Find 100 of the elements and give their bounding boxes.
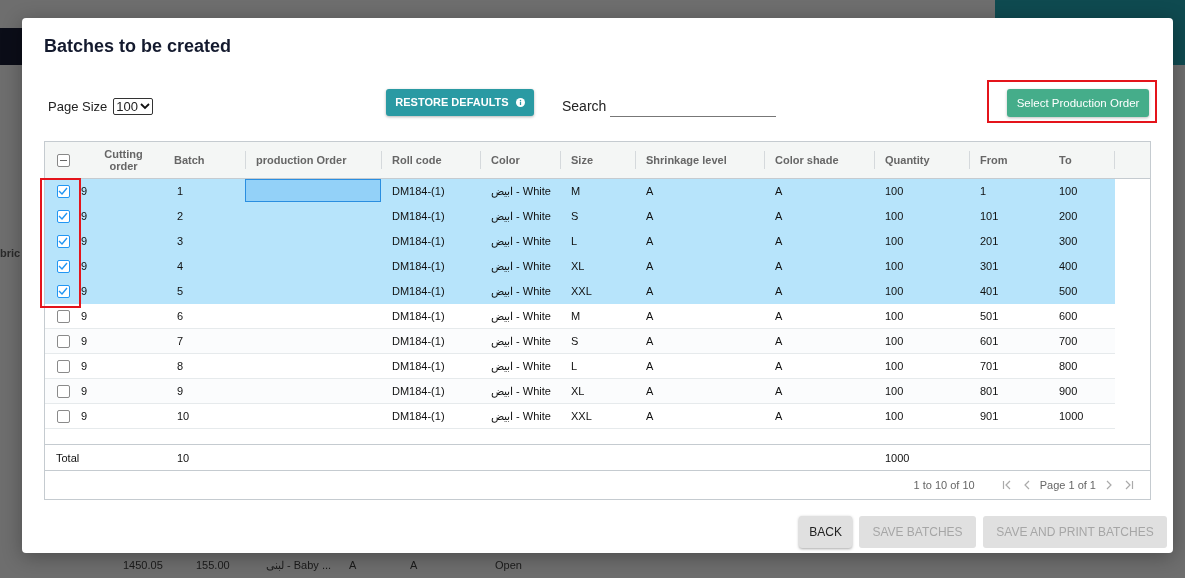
table-cell: 501: [980, 310, 999, 322]
table-cell: L: [571, 360, 578, 372]
table-cell: A: [646, 360, 654, 372]
row-checkbox[interactable]: [56, 209, 70, 223]
column-header[interactable]: Shrinkage level: [646, 154, 727, 166]
row-checkbox[interactable]: [56, 184, 70, 198]
row-checkbox[interactable]: [56, 334, 70, 348]
table-cell: 9: [81, 285, 88, 297]
table-cell: A: [775, 285, 783, 297]
table-cell: ابيض - White: [491, 209, 551, 223]
column-header[interactable]: Quantity: [885, 154, 930, 166]
table-cell: S: [571, 210, 579, 222]
table-cell: 600: [1059, 310, 1078, 322]
table-cell: 300: [1059, 235, 1078, 247]
total-cell: 10: [177, 451, 190, 464]
previous-page-icon[interactable]: [1022, 480, 1031, 490]
table-cell: A: [646, 260, 654, 272]
table-cell: 9: [81, 185, 88, 197]
table-cell: ابيض - White: [491, 334, 551, 348]
column-header[interactable]: Color: [491, 154, 520, 166]
table-cell: L: [571, 235, 578, 247]
caret-icon: [139, 102, 150, 110]
row-range: 1 to 10 of 10: [913, 479, 975, 491]
page-size-label: Page Size: [48, 98, 108, 114]
table-cell: DM184-(1): [392, 185, 445, 197]
table-cell: 801: [980, 385, 999, 397]
table-cell: 1450.05: [123, 559, 163, 571]
table-cell: 8: [177, 360, 184, 372]
table-cell: ابيض - White: [491, 259, 551, 273]
row-checkbox[interactable]: [56, 284, 70, 298]
column-header[interactable]: Batch: [174, 154, 205, 166]
table-cell: 200: [1059, 210, 1078, 222]
total-label: Total: [56, 451, 80, 464]
table-cell: M: [571, 185, 581, 197]
table-cell: DM184-(1): [392, 235, 445, 247]
table-cell: 900: [1059, 385, 1078, 397]
production-order-input[interactable]: [245, 179, 381, 202]
table-cell: 1: [177, 185, 184, 197]
table-cell: 9: [81, 385, 88, 397]
table-cell: 10: [177, 410, 190, 422]
last-page-icon[interactable]: [1124, 480, 1134, 490]
table-cell: 101: [980, 210, 999, 222]
column-header[interactable]: To: [1059, 154, 1072, 166]
row-checkbox[interactable]: [56, 359, 70, 373]
table-cell: XL: [571, 260, 585, 272]
table-cell: 9: [81, 260, 88, 272]
table-cell: 9: [81, 235, 88, 247]
column-header[interactable]: Roll code: [392, 154, 442, 166]
table-cell: ابيض - White: [491, 234, 551, 248]
table-cell: 100: [885, 260, 904, 272]
table-cell: 1000: [1059, 410, 1084, 422]
table-cell: 1: [980, 185, 987, 197]
row-checkbox[interactable]: [56, 234, 70, 248]
table-cell: DM184-(1): [392, 210, 445, 222]
table-cell: A: [646, 210, 654, 222]
column-header[interactable]: production Order: [256, 154, 347, 166]
select-all-checkbox[interactable]: [56, 153, 70, 167]
table-cell: ابيض - White: [491, 284, 551, 298]
column-header[interactable]: From: [980, 154, 1008, 166]
table-cell: 5: [177, 285, 184, 297]
table-cell: 4: [177, 260, 184, 272]
column-header[interactable]: Size: [571, 154, 593, 166]
table-cell: 6: [177, 310, 184, 322]
table-cell: A: [775, 410, 783, 422]
next-page-icon[interactable]: [1105, 480, 1113, 490]
table-cell: XL: [571, 385, 585, 397]
table-cell: A: [775, 185, 783, 197]
table-cell: DM184-(1): [392, 285, 445, 297]
row-checkbox[interactable]: [56, 309, 70, 323]
table-cell: 100: [885, 335, 904, 347]
restore-defaults-button[interactable]: RESTORE DEFAULTS: [385, 88, 534, 116]
row-checkbox[interactable]: [56, 409, 70, 423]
table-cell: DM184-(1): [392, 385, 445, 397]
table-cell: 9: [177, 385, 184, 397]
table-cell: A: [410, 559, 418, 571]
first-page-icon[interactable]: [1001, 480, 1012, 490]
table-cell: 100: [1059, 185, 1078, 197]
table-cell: A: [646, 235, 654, 247]
table-cell: 9: [81, 310, 88, 322]
dialog-button[interactable]: BACK: [799, 516, 852, 548]
page-size-select[interactable]: 100: [113, 97, 153, 115]
table-cell: 301: [980, 260, 999, 272]
select-production-order-button[interactable]: Select Production Order: [1007, 89, 1149, 117]
table-cell: A: [775, 210, 783, 222]
dialog-title: Batches to be created: [44, 36, 233, 58]
table-cell: DM184-(1): [392, 360, 445, 372]
table-cell: A: [775, 385, 783, 397]
table-cell: 100: [885, 360, 904, 372]
table-cell: A: [646, 335, 654, 347]
table-cell: 100: [885, 285, 904, 297]
table-cell: XXL: [571, 285, 592, 297]
column-header[interactable]: Cutting order: [98, 148, 149, 172]
table-cell: 100: [885, 310, 904, 322]
table-cell: 201: [980, 235, 999, 247]
table-cell: DM184-(1): [392, 335, 445, 347]
row-checkbox[interactable]: [56, 259, 70, 273]
table-cell: 800: [1059, 360, 1078, 372]
table-cell: DM184-(1): [392, 260, 445, 272]
column-header[interactable]: Color shade: [775, 154, 839, 166]
row-checkbox[interactable]: [56, 384, 70, 398]
